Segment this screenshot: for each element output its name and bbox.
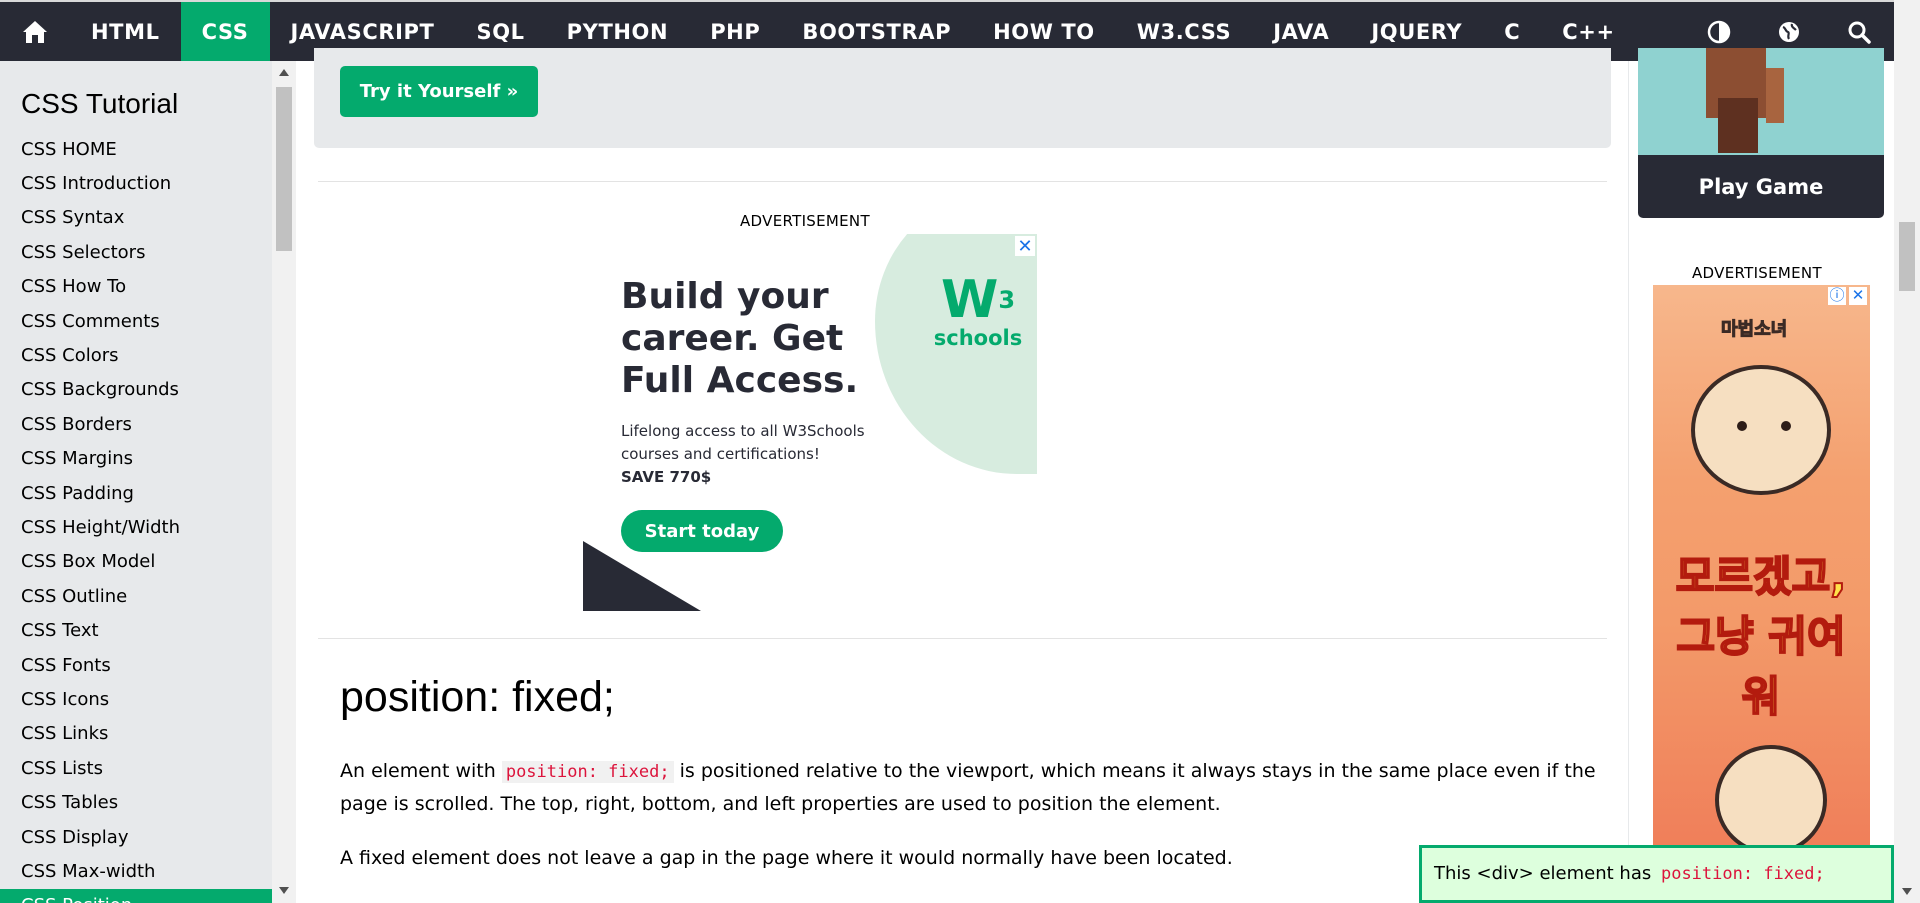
paragraph-fixed-description: An element with position: fixed; is posi… [340, 755, 1600, 820]
logo-text: schools [933, 326, 1023, 350]
text: An element with [340, 760, 496, 782]
section-heading: position: fixed; [340, 673, 615, 721]
sidebar-item-css-how-to[interactable]: CSS How To [0, 270, 272, 304]
divider [318, 181, 1607, 182]
page-scrollbar[interactable] [1894, 0, 1920, 903]
logo-superscript: 3 [998, 286, 1016, 314]
scroll-up-arrow-icon[interactable] [279, 69, 289, 76]
sidebar-item-css-height-width[interactable]: CSS Height/Width [0, 511, 272, 545]
scroll-down-arrow-icon[interactable] [279, 887, 289, 894]
advertisement-label: ADVERTISEMENT [740, 212, 870, 230]
sidebar-item-css-max-width[interactable]: CSS Max-width [0, 855, 272, 889]
sidebar-item-css-position[interactable]: CSS Position [0, 889, 272, 903]
ad-headline: Build your career. Get Full Access. [621, 276, 859, 401]
sidebar-item-css-home[interactable]: CSS HOME [0, 133, 272, 167]
sidebar-item-css-comments[interactable]: CSS Comments [0, 305, 272, 339]
page-scroll-thumb[interactable] [1899, 222, 1915, 291]
sidebar-item-css-display[interactable]: CSS Display [0, 821, 272, 855]
sidebar-item-css-outline[interactable]: CSS Outline [0, 580, 272, 614]
sidebar-item-css-margins[interactable]: CSS Margins [0, 442, 272, 476]
globe-icon [1779, 21, 1799, 42]
nav-css[interactable]: CSS [180, 2, 270, 61]
inline-code: position: fixed; [501, 761, 674, 783]
sidebar-item-css-backgrounds[interactable]: CSS Backgrounds [0, 373, 272, 407]
ad-corner-shape [583, 541, 701, 611]
ad-close-icon[interactable]: ✕ [1849, 287, 1867, 305]
divider [318, 638, 1607, 639]
sidebar-item-css-icons[interactable]: CSS Icons [0, 683, 272, 717]
paragraph-fixed-gap: A fixed element does not leave a gap in … [340, 847, 1233, 869]
sidebar-item-css-padding[interactable]: CSS Padding [0, 477, 272, 511]
sidebar-item-css-text[interactable]: CSS Text [0, 614, 272, 648]
sidebar: CSS Tutorial CSS HOME CSS Introduction C… [0, 61, 272, 903]
scroll-down-arrow-icon[interactable] [1902, 888, 1912, 895]
character-figure-icon [1706, 48, 1784, 153]
sidebar-title: CSS Tutorial [21, 88, 179, 119]
search-icon [1848, 21, 1871, 44]
nav-html[interactable]: HTML [70, 2, 181, 61]
sidebar-item-css-introduction[interactable]: CSS Introduction [0, 167, 272, 201]
ad-save-text: SAVE 770$ [621, 468, 712, 486]
ad-banner[interactable]: W3 schools Build your career. Get Full A… [583, 234, 1037, 611]
fixed-demo-text: This <div> element has [1434, 863, 1652, 884]
home-icon [23, 20, 47, 43]
sidebar-item-css-links[interactable]: CSS Links [0, 717, 272, 751]
sidebar-scroll-thumb[interactable] [276, 87, 292, 251]
bear-character-icon [1691, 365, 1831, 495]
vertical-ad[interactable]: ⓘ ✕ 마법소녀 모르겠고, 그냥 귀여워 [1653, 285, 1870, 845]
ad-main-text: 모르겠고, 그냥 귀여워 [1675, 551, 1848, 722]
sidebar-scrollbar[interactable] [272, 61, 296, 903]
sidebar-item-css-selectors[interactable]: CSS Selectors [0, 236, 272, 270]
ad-top-text: 마법소녀 [1720, 319, 1788, 341]
contrast-icon [1707, 20, 1731, 43]
play-game-button[interactable]: Play Game [1638, 155, 1884, 218]
sidebar-item-css-syntax[interactable]: CSS Syntax [0, 201, 272, 235]
home-button[interactable] [0, 2, 70, 61]
sidebar-item-css-box-model[interactable]: CSS Box Model [0, 545, 272, 579]
advertisement-label: ADVERTISEMENT [1692, 264, 1822, 282]
column-divider [1628, 61, 1629, 903]
bear-character-icon [1715, 745, 1827, 845]
ad-info-icon[interactable]: ⓘ [1828, 287, 1846, 305]
ad-body: Lifelong access to all W3Schools courses… [621, 422, 865, 463]
close-icon[interactable]: ✕ [1015, 236, 1035, 256]
logo-mark: W [940, 270, 999, 330]
sidebar-item-css-fonts[interactable]: CSS Fonts [0, 649, 272, 683]
fixed-demo-code: position: fixed; [1660, 864, 1825, 884]
try-it-yourself-button[interactable]: Try it Yourself » [340, 66, 538, 117]
game-promo-image[interactable] [1638, 48, 1884, 155]
sidebar-item-css-colors[interactable]: CSS Colors [0, 339, 272, 373]
sidebar-item-css-lists[interactable]: CSS Lists [0, 752, 272, 786]
sidebar-item-css-borders[interactable]: CSS Borders [0, 408, 272, 442]
w3schools-logo: W3 schools [923, 274, 1033, 350]
fixed-position-demo: This <div> element has position: fixed; [1419, 845, 1894, 903]
sidebar-item-css-tables[interactable]: CSS Tables [0, 786, 272, 820]
